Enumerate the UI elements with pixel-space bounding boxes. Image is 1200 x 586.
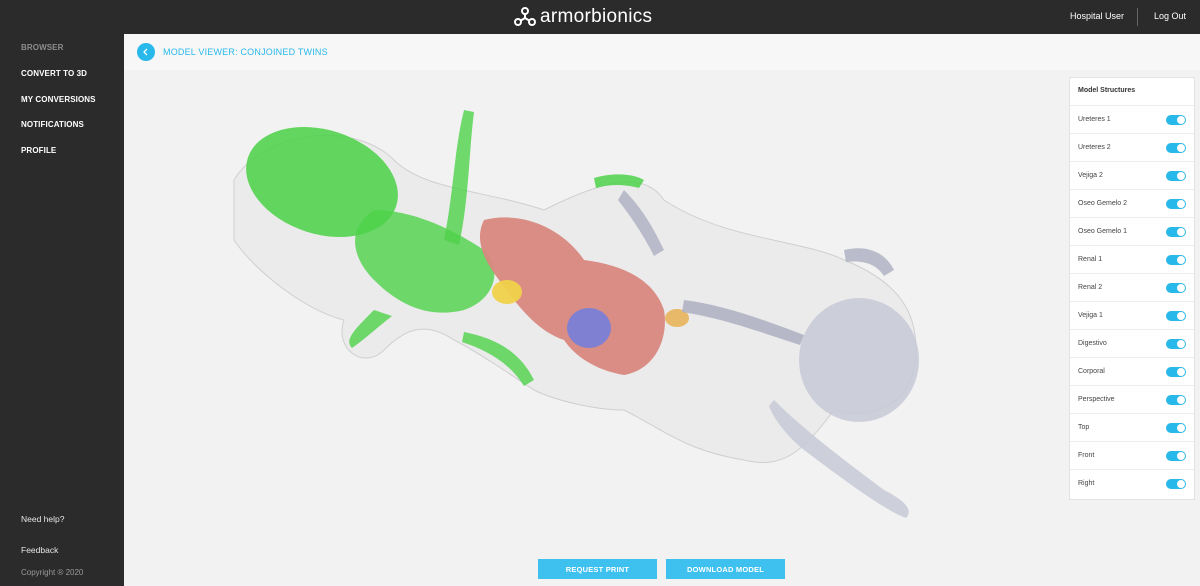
toggle-knob (1177, 396, 1185, 404)
back-button[interactable] (137, 43, 155, 61)
structure-label: Corporal (1078, 368, 1105, 375)
sidebar-item-browser[interactable]: BROWSER (21, 43, 63, 52)
sidebar-item-my-conversions[interactable]: MY CONVERSIONS (21, 95, 96, 104)
bladder-yellow (492, 280, 522, 304)
toggle-knob (1177, 424, 1185, 432)
structure-toggle[interactable] (1166, 451, 1186, 461)
chevron-left-icon (143, 48, 148, 56)
toggle-knob (1177, 284, 1185, 292)
structure-toggle[interactable] (1166, 255, 1186, 265)
panel-title: Model Structures (1078, 87, 1136, 94)
twin-1-head (799, 298, 919, 422)
structure-toggle[interactable] (1166, 115, 1186, 125)
toggle-knob (1177, 368, 1185, 376)
viewer-header: MODEL VIEWER: CONJOINED TWINS (124, 34, 1200, 70)
structure-label: Vejiga 1 (1078, 312, 1103, 319)
structure-row-renal-1: Renal 1 (1070, 245, 1194, 273)
structure-row-vejiga-1: Vejiga 1 (1070, 301, 1194, 329)
structure-row-renal-2: Renal 2 (1070, 273, 1194, 301)
toggle-knob (1177, 172, 1185, 180)
conjoined-twins-3d-model[interactable] (124, 70, 1064, 548)
structure-toggle[interactable] (1166, 367, 1186, 377)
structure-label: Top (1078, 424, 1090, 431)
toggle-knob (1177, 256, 1185, 264)
feedback-link[interactable]: Feedback (21, 545, 58, 555)
structure-toggle[interactable] (1166, 227, 1186, 237)
request-print-button[interactable]: REQUEST PRINT (538, 559, 657, 579)
brand-logo[interactable]: armorbionics (514, 6, 652, 28)
structure-label: Digestivo (1078, 340, 1107, 347)
structure-toggle[interactable] (1166, 395, 1186, 405)
structure-label: Ureteres 2 (1078, 144, 1111, 151)
structure-label: Oseo Gemelo 1 (1078, 228, 1128, 235)
sidebar-item-profile[interactable]: PROFILE (21, 146, 56, 155)
armorbionics-logo-icon (514, 7, 536, 26)
toggle-knob (1177, 200, 1185, 208)
structure-row-vejiga-2: Vejiga 2 (1070, 161, 1194, 189)
brand-name: armorbionics (540, 6, 653, 27)
structure-toggle[interactable] (1166, 479, 1186, 489)
structure-toggle[interactable] (1166, 423, 1186, 433)
help-link[interactable]: Need help? (21, 514, 64, 524)
structure-row-front: Front (1070, 441, 1194, 469)
toggle-knob (1177, 228, 1185, 236)
structure-row-right: Right (1070, 469, 1194, 497)
structure-label: Ureteres 1 (1078, 116, 1111, 123)
model-viewport[interactable] (124, 70, 1064, 548)
top-bar: armorbionics Hospital User Log Out (0, 0, 1200, 34)
toggle-knob (1177, 340, 1185, 348)
toggle-knob (1177, 452, 1185, 460)
copyright-text: Copyright ® 2020 (21, 568, 84, 577)
structure-toggle[interactable] (1166, 283, 1186, 293)
toggle-knob (1177, 312, 1185, 320)
structure-row-top: Top (1070, 413, 1194, 441)
structure-row-ureteres-1: Ureteres 1 (1070, 105, 1194, 133)
structure-label: Oseo Gemelo 2 (1078, 200, 1128, 207)
structure-row-perspective: Perspective (1070, 385, 1194, 413)
page-title: MODEL VIEWER: CONJOINED TWINS (163, 47, 328, 57)
sidebar-item-convert-to-3d[interactable]: CONVERT TO 3D (21, 69, 87, 78)
structure-label: Renal 1 (1078, 256, 1103, 263)
structure-label: Vejiga 2 (1078, 172, 1103, 179)
sidebar: BROWSER CONVERT TO 3D MY CONVERSIONS NOT… (0, 34, 124, 586)
structure-toggle[interactable] (1166, 199, 1186, 209)
structure-row-oseo-gemelo-1: Oseo Gemelo 1 (1070, 217, 1194, 245)
kidney-blue (567, 308, 611, 348)
structure-label: Right (1078, 480, 1095, 487)
structure-toggle[interactable] (1166, 311, 1186, 321)
user-menu[interactable]: Hospital User (1070, 11, 1124, 21)
structure-toggle[interactable] (1166, 171, 1186, 181)
structure-row-ureteres-2: Ureteres 2 (1070, 133, 1194, 161)
structure-row-digestivo: Digestivo (1070, 329, 1194, 357)
toggle-knob (1177, 144, 1185, 152)
structure-row-corporal: Corporal (1070, 357, 1194, 385)
structure-label: Front (1078, 452, 1095, 459)
structure-toggle[interactable] (1166, 143, 1186, 153)
model-structures-panel: Model Structures Ureteres 1 Ureteres 2 V… (1069, 77, 1195, 500)
structure-label: Renal 2 (1078, 284, 1103, 291)
toggle-knob (1177, 116, 1185, 124)
structure-row-oseo-gemelo-2: Oseo Gemelo 2 (1070, 189, 1194, 217)
structure-toggle[interactable] (1166, 339, 1186, 349)
sidebar-item-notifications[interactable]: NOTIFICATIONS (21, 120, 84, 129)
download-model-button[interactable]: DOWNLOAD MODEL (666, 559, 785, 579)
structure-label: Perspective (1078, 396, 1115, 403)
toggle-knob (1177, 480, 1185, 488)
logout-link[interactable]: Log Out (1154, 11, 1186, 21)
header-divider (1137, 8, 1138, 26)
